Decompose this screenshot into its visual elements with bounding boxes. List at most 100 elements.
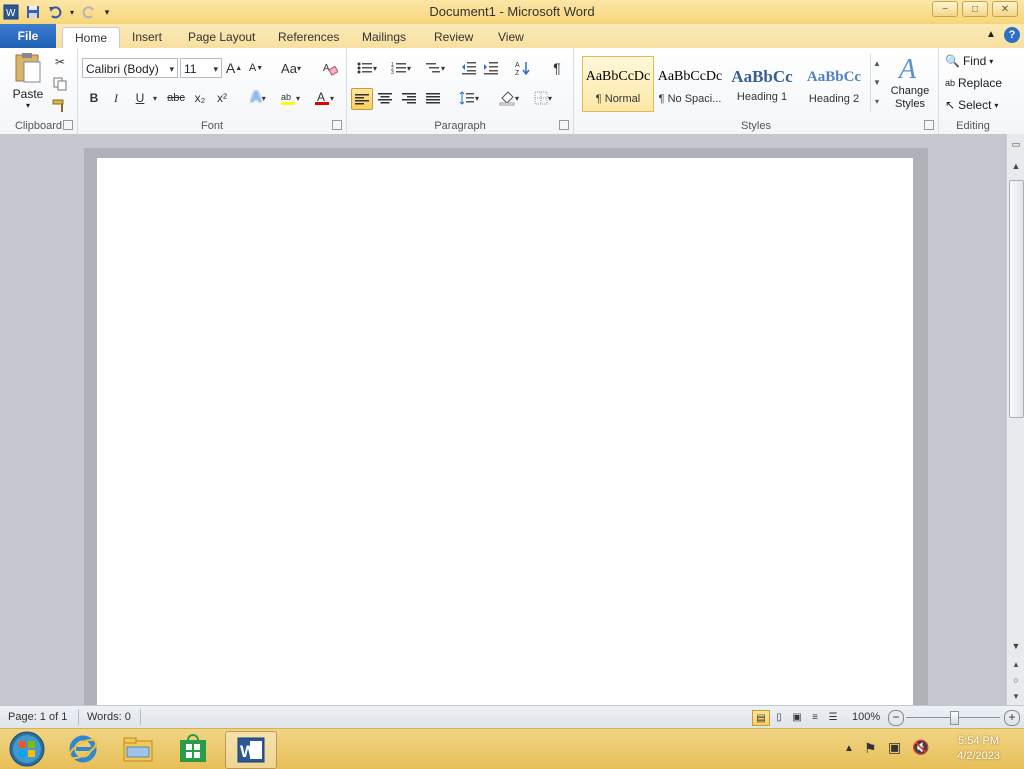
borders-button[interactable]: ▾ [529,88,557,108]
volume-muted-icon[interactable]: 🔇 [912,739,929,756]
increase-indent-icon[interactable] [481,58,501,78]
copy-icon[interactable] [50,74,70,94]
ruler-toggle-icon[interactable]: ▭ [1008,136,1024,152]
tab-home[interactable]: Home [62,27,121,49]
tab-review[interactable]: Review [422,27,485,48]
help-icon[interactable]: ? [1004,27,1020,43]
align-left-icon[interactable] [351,88,373,110]
clock-time: 5:54 PM [958,735,1000,747]
shading-button[interactable]: ▾ [495,88,523,108]
outline-icon[interactable]: ≡ [807,710,823,724]
full-screen-reading-icon[interactable]: ▯ [771,710,787,724]
tab-mailings[interactable]: Mailings [350,27,418,48]
system-clock[interactable]: 5:54 PM 4/2/2023 [957,734,1000,764]
minimize-ribbon-icon[interactable]: ▲ [986,29,996,40]
zoom-level[interactable]: 100% [852,711,880,723]
scroll-down-icon[interactable]: ▼ [1008,638,1024,654]
underline-dropdown-icon[interactable]: ▾ [150,88,160,108]
cut-icon[interactable]: ✂ [50,52,70,72]
internet-explorer-icon[interactable] [60,731,106,767]
underline-button[interactable]: U [130,88,150,108]
format-painter-icon[interactable] [50,96,70,116]
show-hidden-icons[interactable]: ▲ [844,743,854,754]
align-right-icon[interactable] [399,88,419,108]
svg-text:A: A [897,54,917,82]
action-center-flag-icon[interactable]: ⚑ [864,740,877,757]
bold-button[interactable]: B [84,88,104,108]
web-layout-icon[interactable]: ▣ [789,710,805,724]
scroll-thumb[interactable] [1009,180,1024,418]
font-name-combo[interactable]: Calibri (Body) ▾ [82,58,178,78]
vertical-scrollbar[interactable]: ▭ ▲ ▼ ▴ ○ ▾ [1006,134,1024,705]
style-no-spacing-sample: AaBbCcDc [657,69,723,84]
numbering-button[interactable]: 1 2 3 ▾ [387,58,415,78]
styles-gallery-scroll[interactable]: ▲ ▼ ▾ [870,54,883,112]
clipboard-launcher-icon[interactable] [63,120,73,130]
strikethrough-button[interactable]: abc [164,88,188,108]
zoom-slider-thumb[interactable] [950,711,959,725]
next-page-icon[interactable]: ▾ [1008,688,1024,704]
decrease-indent-icon[interactable] [459,58,479,78]
highlight-color-button[interactable]: ab ▾ [276,88,304,108]
title-bar: W ▾ ▾ Document1 - Microsoft Word − □ ✕ [0,0,1024,25]
close-button[interactable]: ✕ [992,1,1018,17]
font-name-value: Calibri (Body) [86,62,159,76]
draft-icon[interactable]: ☰ [825,710,841,724]
style-heading-2[interactable]: AaBbCc Heading 2 [798,56,870,112]
subscript-button[interactable]: x₂ [190,88,210,108]
minimize-button[interactable]: − [932,1,958,17]
paragraph-launcher-icon[interactable] [559,120,569,130]
maximize-button[interactable]: □ [962,1,988,17]
word-count[interactable]: Words: 0 [87,711,131,723]
style-heading-1[interactable]: AaBbCc Heading 1 [726,56,798,112]
text-effects-button[interactable]: A ▾ [244,88,272,108]
line-spacing-button[interactable]: ▾ [455,88,483,108]
align-center-icon[interactable] [375,88,395,108]
tab-references[interactable]: References [266,27,351,48]
bullets-button[interactable]: ▾ [353,58,381,78]
ribbon: Paste ▾ ✂ Clipboard Calibri (Body) ▾ 11 ▾ … [0,48,1024,135]
tab-page-layout[interactable]: Page Layout [176,27,267,48]
shrink-font-button[interactable]: A ▼ [246,58,266,78]
font-launcher-icon[interactable] [332,120,342,130]
styles-launcher-icon[interactable] [924,120,934,130]
grow-font-button[interactable]: A ▲ [224,58,244,78]
clear-formatting-icon[interactable]: A [320,58,340,78]
document-page[interactable] [97,158,913,708]
show-formatting-button[interactable]: ¶ [547,58,567,78]
page-count[interactable]: Page: 1 of 1 [8,711,67,723]
tab-view[interactable]: View [486,27,536,48]
multilevel-list-button[interactable]: ▾ [421,58,449,78]
start-button[interactable] [4,731,50,767]
store-icon[interactable] [170,731,216,767]
word-taskbar-icon[interactable]: W [225,731,277,769]
tab-file[interactable]: File [0,24,56,48]
superscript-button[interactable]: x² [212,88,232,108]
justify-icon[interactable] [423,88,443,108]
browse-object-icon[interactable]: ○ [1008,672,1024,688]
previous-page-icon[interactable]: ▴ [1008,656,1024,672]
zoom-in-icon[interactable]: + [1004,710,1020,726]
style-heading-2-sample: AaBbCc [806,69,862,85]
sort-icon[interactable]: AZ [513,58,533,78]
replace-button[interactable]: ab Replace [945,74,1002,92]
print-layout-icon[interactable]: ▤ [752,710,770,726]
paste-button[interactable]: Paste ▾ [8,52,48,110]
style-no-spacing[interactable]: AaBbCcDc ¶ No Spaci... [654,56,726,112]
scroll-up-icon[interactable]: ▲ [1008,158,1024,174]
tab-insert[interactable]: Insert [120,27,174,48]
change-case-button[interactable]: Aa ▾ [278,58,304,78]
style-normal[interactable]: AaBbCcDc ¶ Normal [582,56,654,112]
multilevel-list-icon [425,63,440,73]
change-styles-button[interactable]: A Change Styles [886,52,934,111]
select-button[interactable]: ↖ Select ▾ [945,96,998,114]
italic-button[interactable]: I [106,88,126,108]
font-size-combo[interactable]: 11 ▾ [180,58,222,78]
windows-start-icon [9,731,45,767]
font-color-button[interactable]: A ▾ [310,88,338,108]
find-button[interactable]: 🔍 Find ▾ [945,52,993,70]
zoom-out-icon[interactable]: − [888,710,904,726]
clipboard-group: Paste ▾ ✂ Clipboard [0,48,78,134]
network-icon[interactable]: ▣ [888,739,901,756]
file-explorer-icon[interactable] [115,731,161,767]
